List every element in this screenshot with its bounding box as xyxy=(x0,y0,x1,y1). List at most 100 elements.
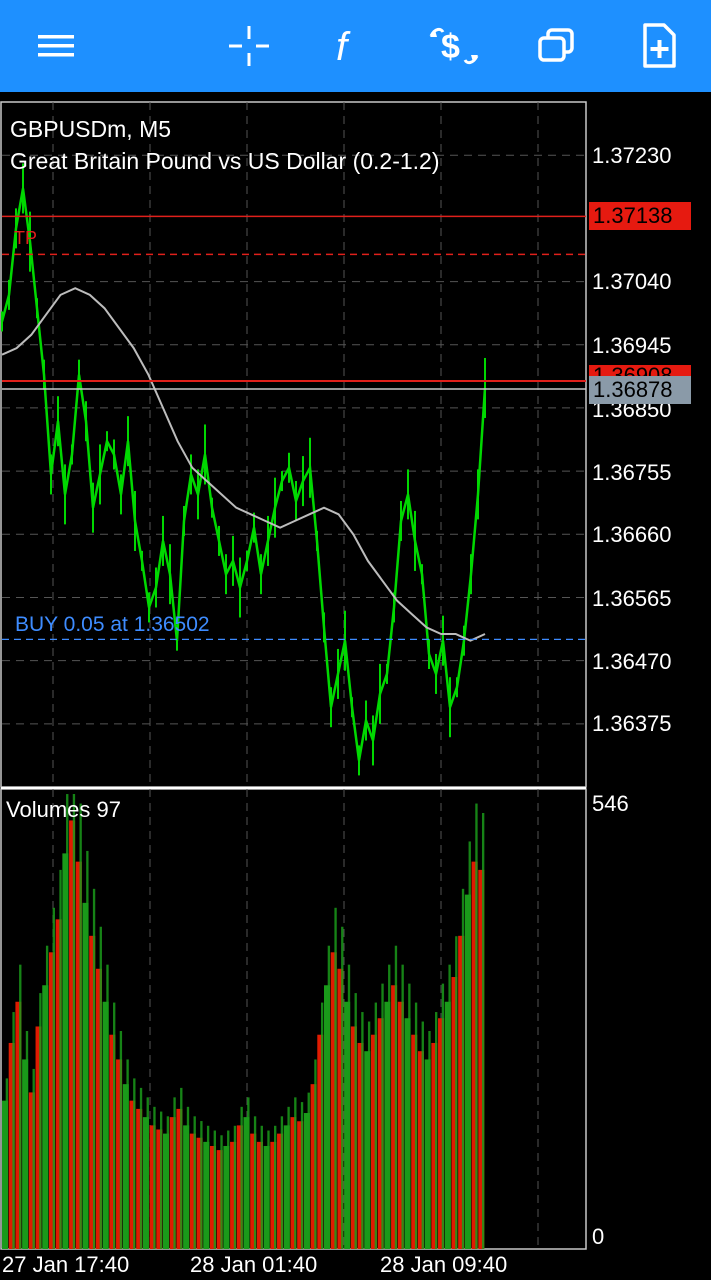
volume-bar-green xyxy=(481,813,485,1249)
volume-bar-green xyxy=(25,1031,29,1249)
volume-bar-green xyxy=(347,964,351,1249)
volume-bar-green xyxy=(173,1097,176,1249)
windows-stack-icon[interactable] xyxy=(524,14,588,78)
volume-bar-green xyxy=(193,1116,196,1249)
volume-bar-green xyxy=(39,993,42,1249)
volume-bar-green xyxy=(99,926,102,1249)
volume-bar-green xyxy=(307,1092,310,1249)
buy-order-label[interactable]: BUY 0.05 at 1.36502 xyxy=(15,613,210,637)
volume-bar-green xyxy=(401,964,404,1249)
volume-bar-green xyxy=(394,945,398,1249)
volume-bar-green xyxy=(233,1125,237,1249)
symbol-label: GBPUSDm, M5 xyxy=(10,116,172,142)
time-tick: 27 Jan 17:40 xyxy=(2,1252,130,1277)
volume-bar-green xyxy=(468,841,471,1249)
volume-bar-green xyxy=(361,1012,364,1249)
volume-bar-green xyxy=(408,983,411,1249)
volume-bar-green xyxy=(435,1012,438,1249)
volume-bar-green xyxy=(72,794,76,1249)
volume-bar-green xyxy=(461,888,465,1249)
price-tick: 1.36945 xyxy=(592,333,672,358)
volume-bar-green xyxy=(381,983,384,1249)
function-f-icon[interactable]: f xyxy=(316,14,380,78)
top-toolbar: f $ xyxy=(0,0,711,92)
volume-bar-green xyxy=(280,1116,284,1249)
volume-bar-green xyxy=(166,1116,170,1249)
volume-bar-green xyxy=(213,1130,216,1249)
volume-bar-green xyxy=(45,945,49,1249)
volume-bar-green xyxy=(59,869,62,1249)
volume-bar-green xyxy=(441,983,445,1249)
volume-bar-green xyxy=(5,1078,9,1249)
current-price-tag: 1.36878 xyxy=(589,376,691,404)
document-add-icon[interactable] xyxy=(627,14,691,78)
volume-bar-green xyxy=(113,1002,116,1249)
volume-bar-green xyxy=(206,1125,210,1249)
volume-bar-green xyxy=(220,1135,223,1249)
volume-bar-green xyxy=(119,1031,123,1249)
volume-bar-green xyxy=(300,1102,304,1249)
volumes-label: Volumes 97 xyxy=(6,797,121,822)
volume-axis-min: 0 xyxy=(592,1224,605,1249)
crosshair-icon[interactable] xyxy=(217,14,281,78)
volume-bar-green xyxy=(354,993,357,1249)
volume-bar-green xyxy=(66,794,69,1249)
volume-bar-green xyxy=(327,945,331,1249)
volume-bar-green xyxy=(320,1002,324,1249)
volume-bar-green xyxy=(367,1021,371,1249)
volume-bar-green xyxy=(133,1078,136,1249)
volume-bar-green xyxy=(260,1125,263,1249)
volume-bar-green xyxy=(421,1021,424,1249)
volume-bar-green xyxy=(19,964,22,1249)
price-tick: 1.37230 xyxy=(592,143,672,168)
volume-bar-green xyxy=(159,1111,163,1249)
price-tick: 1.36660 xyxy=(592,522,672,547)
price-tick: 1.36755 xyxy=(592,460,672,485)
time-tick: 28 Jan 01:40 xyxy=(190,1252,318,1277)
volume-bar-green xyxy=(32,1068,35,1249)
volume-bar-green xyxy=(240,1106,243,1249)
volume-bar-green xyxy=(227,1130,230,1249)
volume-bar-green xyxy=(146,1097,149,1249)
price-tick: 1.36470 xyxy=(592,649,672,674)
svg-text:f: f xyxy=(336,25,351,68)
volume-bar-green xyxy=(92,888,96,1249)
volume-bar-green xyxy=(475,803,478,1249)
volume-bar-green xyxy=(455,936,458,1249)
volume-bar-green xyxy=(139,1087,143,1249)
price-tick: 1.36565 xyxy=(592,586,672,611)
volume-bar-green xyxy=(253,1116,257,1249)
volume-bar-green xyxy=(126,1059,129,1249)
price-tick: 1.36375 xyxy=(592,711,672,736)
volume-bar-green xyxy=(52,907,55,1249)
price-series-line xyxy=(0,188,487,761)
volume-bar-green xyxy=(314,1059,317,1249)
price-tick: 1.37040 xyxy=(592,269,672,294)
volume-bar-green xyxy=(414,1002,418,1249)
volume-bar-green xyxy=(186,1106,190,1249)
volume-bar-green xyxy=(374,1002,377,1249)
dollar-trade-icon[interactable]: $ xyxy=(422,14,486,78)
svg-text:$: $ xyxy=(441,28,460,66)
volume-bar-green xyxy=(200,1121,203,1249)
volume-bar-green xyxy=(428,1031,431,1249)
volume-bar-green xyxy=(153,1106,156,1249)
symbol-description: Great Britain Pound vs US Dollar (0.2-1.… xyxy=(10,148,440,174)
tp-price-tag: 1.37138 xyxy=(589,202,691,230)
hamburger-menu-icon[interactable] xyxy=(24,14,88,78)
volume-bar-green xyxy=(294,1097,297,1249)
volume-bar-green xyxy=(388,964,391,1249)
volume-bar-green xyxy=(180,1087,183,1249)
volume-bar-green xyxy=(274,1125,277,1249)
volume-bar-green xyxy=(247,1097,250,1249)
volume-bar-green xyxy=(341,926,344,1249)
volume-bar-green xyxy=(334,907,337,1249)
time-tick: 28 Jan 09:40 xyxy=(380,1252,508,1277)
volume-bar-green xyxy=(267,1130,270,1249)
volume-axis-max: 546 xyxy=(592,791,629,816)
volume-bar-green xyxy=(448,964,451,1249)
volume-bar-green xyxy=(12,1012,15,1249)
volume-bar-green xyxy=(287,1106,290,1249)
moving-average-line xyxy=(1,287,486,642)
volume-bar-green xyxy=(106,964,109,1249)
